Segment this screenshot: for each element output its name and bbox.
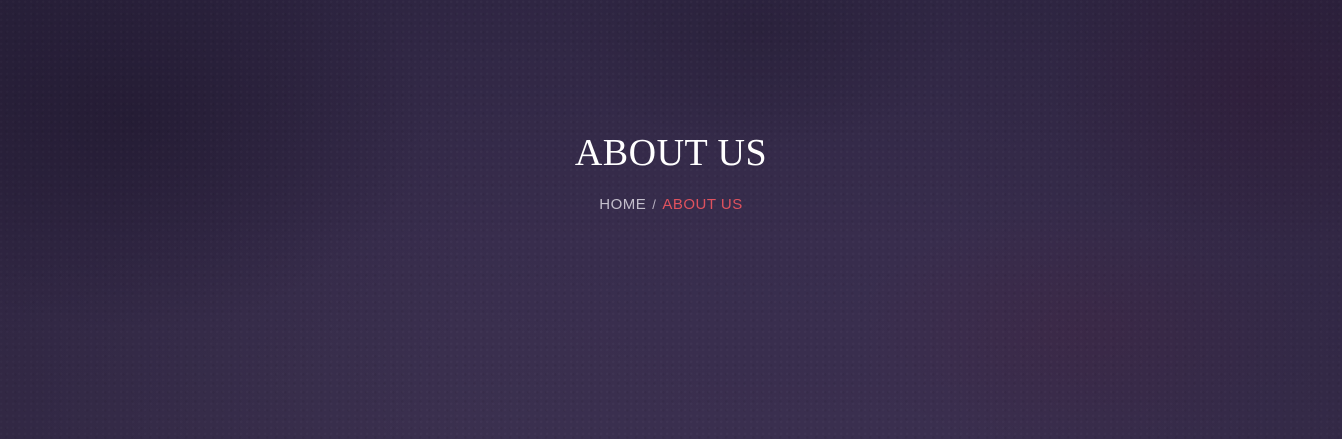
breadcrumb-home-link[interactable]: HOME	[599, 196, 646, 213]
hero-background-overlay	[0, 0, 1342, 439]
page-title: ABOUT US	[574, 132, 768, 174]
breadcrumb: HOME / ABOUT US	[0, 195, 1342, 215]
breadcrumb-separator: /	[652, 197, 657, 212]
page-hero-banner: ABOUT US HOME / ABOUT US	[0, 0, 1342, 439]
breadcrumb-current-page: ABOUT US	[662, 196, 743, 213]
